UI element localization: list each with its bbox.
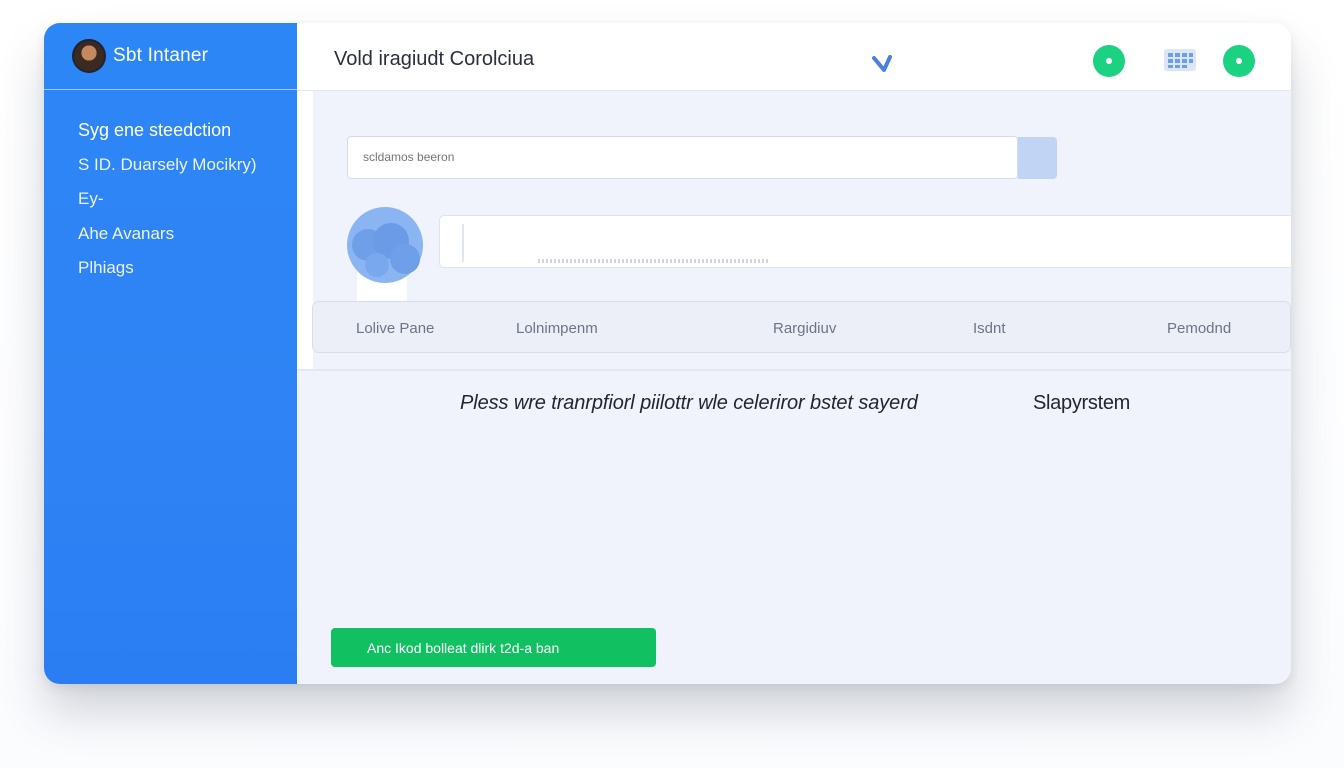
sidebar-item-id[interactable]: S ID. Duarsely Mocikry) — [78, 155, 297, 190]
page: Sbt Intaner Syg ene steedction S ID. Dua… — [0, 0, 1344, 768]
sidebar-item-plugins[interactable]: Plhiags — [78, 258, 297, 293]
preview-strip — [439, 215, 1291, 268]
brand-header: Sbt Intaner — [44, 23, 297, 90]
search-button[interactable] — [1018, 137, 1057, 179]
sidebar-item-system-selection[interactable]: Syg ene steedction — [78, 120, 297, 155]
column-header[interactable]: Lolnimpenm — [516, 320, 598, 337]
sidebar: Sbt Intaner Syg ene steedction S ID. Dua… — [44, 23, 297, 684]
column-header[interactable]: Pemodnd — [1167, 320, 1231, 337]
top-bar: Vold iragiudt Corolciua — [297, 23, 1291, 91]
status-dot-icon[interactable] — [1093, 45, 1125, 77]
status-message: Pless wre tranrpfiorl piilottr wle celer… — [460, 392, 918, 414]
sidebar-nav: Syg ene steedction S ID. Duarsely Mocikr… — [44, 90, 297, 293]
cloud-icon — [347, 207, 423, 301]
search-input[interactable] — [363, 150, 963, 164]
content-edge — [297, 91, 313, 370]
divider — [297, 369, 1291, 371]
status-message-secondary: Slapyrstem — [1033, 392, 1131, 414]
search-field[interactable] — [347, 136, 1018, 179]
strip-detail — [538, 259, 768, 263]
strip-inner — [462, 224, 1282, 262]
grid-icon[interactable] — [1160, 45, 1200, 75]
brand-name: Sbt Intaner — [113, 45, 209, 66]
page-title: Vold iragiudt Corolciua — [334, 48, 535, 70]
sidebar-item-avatars[interactable]: Ahe Avanars — [78, 224, 297, 259]
status-dot-icon[interactable] — [1223, 45, 1255, 77]
column-header[interactable]: Lolive Pane — [356, 320, 434, 337]
column-header[interactable]: Isdnt — [973, 320, 1006, 337]
primary-action-button[interactable]: Anc Ikod bolleat dlirk t2d-a ban — [331, 628, 656, 667]
avatar[interactable] — [72, 39, 106, 73]
chevron-down-icon[interactable] — [872, 54, 894, 74]
sidebar-item-ey[interactable]: Ey- — [78, 189, 297, 224]
table-header: Lolive Pane Lolnimpenm Rargidiuv Isdnt P… — [312, 301, 1291, 353]
main-panel: Vold iragiudt Corolciua scldamos beeron … — [297, 23, 1291, 684]
column-header[interactable]: Rargidiuv — [773, 320, 836, 337]
app-window: Sbt Intaner Syg ene steedction S ID. Dua… — [44, 23, 1291, 684]
